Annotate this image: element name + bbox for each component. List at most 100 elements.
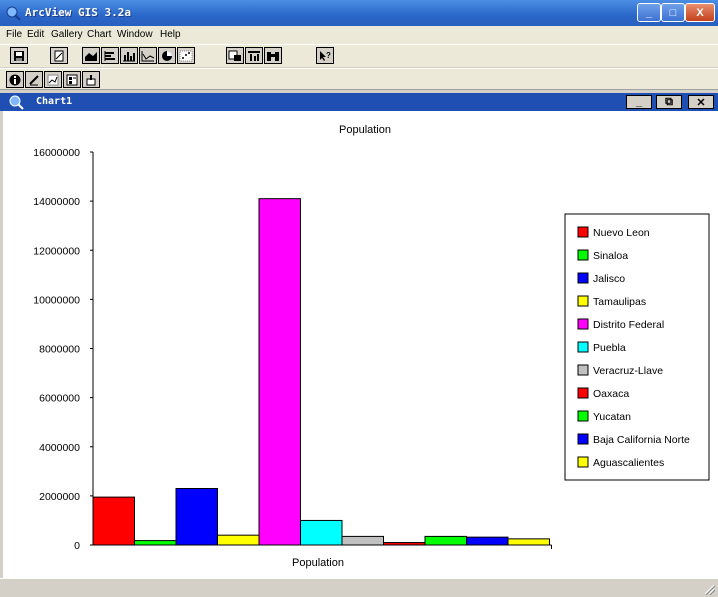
legend-swatch: [577, 364, 589, 376]
minimize-button[interactable]: _: [637, 3, 661, 22]
bars: [92, 198, 550, 546]
bar-sinaloa[interactable]: [134, 540, 177, 546]
chart-window: Population 0 2000000 4000000 6000000 8000000…: [0, 111, 718, 578]
chart-series-button[interactable]: [245, 47, 263, 64]
legend-swatch: [577, 249, 589, 261]
properties-button[interactable]: [50, 47, 68, 64]
pointer-icon: [86, 74, 96, 85]
legend-swatch: [577, 272, 589, 284]
legend-label: Nuevo Leon: [593, 227, 650, 239]
legend[interactable]: Nuevo Leon Sinaloa Jalisco Tamaulipas Distri…: [564, 213, 710, 481]
maximize-button[interactable]: □: [661, 3, 685, 22]
title-icon: [47, 74, 59, 85]
app-title: ArcView GIS 3.2a: [25, 6, 131, 19]
y-tick-label: 6000000: [39, 393, 80, 405]
chart-window-icon: [9, 95, 24, 110]
bar-h-icon: [104, 50, 115, 61]
status-bar: [0, 578, 718, 597]
info-icon: [9, 74, 21, 85]
properties-icon: [54, 50, 64, 61]
scatter-icon: [179, 50, 193, 61]
chart-minimize-button[interactable]: _: [626, 95, 652, 109]
menu-gallery[interactable]: Gallery: [51, 29, 83, 40]
legend-swatch: [577, 433, 589, 445]
legend-label: Jalisco: [593, 273, 625, 285]
menu-help[interactable]: Help: [160, 29, 181, 40]
erase-tool-button[interactable]: [25, 71, 43, 88]
bar-yucatan[interactable]: [424, 535, 467, 546]
arcview-globe-icon: [6, 6, 21, 21]
chart-window-title-bar: Chart1 _ ⧉ ✕: [0, 93, 718, 111]
chart-series-icon: [248, 50, 260, 61]
chart-window-title: Chart1: [36, 96, 73, 107]
menu-chart[interactable]: Chart: [87, 29, 111, 40]
legend-swatch: [577, 318, 589, 330]
bar-distrito-federal[interactable]: [258, 198, 301, 546]
menu-edit[interactable]: Edit: [27, 29, 44, 40]
bar-baja-california-norte[interactable]: [466, 536, 509, 546]
y-tick-label: 0: [74, 540, 80, 552]
pie-chart-icon: [162, 50, 172, 61]
legend-label: Aguascalientes: [593, 457, 664, 469]
close-icon: X: [696, 6, 704, 19]
scatter-button[interactable]: [177, 47, 195, 64]
bar-aguascalientes[interactable]: [507, 538, 550, 546]
y-tick-label: 14000000: [33, 196, 80, 208]
legend-label: Tamaulipas: [593, 296, 646, 308]
bar-veracruz-llave[interactable]: [341, 535, 384, 546]
save-icon: [14, 50, 24, 61]
population-chart: Population 0 2000000 4000000 6000000 8000000…: [33, 124, 710, 569]
main-toolbar: ?: [0, 44, 718, 67]
legend-swatch: [577, 410, 589, 422]
area-chart-button[interactable]: [82, 47, 100, 64]
save-button[interactable]: [10, 47, 28, 64]
y-tick-label: 4000000: [39, 442, 80, 454]
chart-close-button[interactable]: ✕: [688, 95, 714, 109]
pointer-tool-button[interactable]: [82, 71, 100, 88]
info-tool-button[interactable]: [6, 71, 24, 88]
legend-label: Yucatan: [593, 411, 631, 423]
column-chart-button[interactable]: [120, 47, 138, 64]
help-pointer-button[interactable]: ?: [316, 47, 334, 64]
legend-label: Veracruz-Llave: [593, 365, 663, 377]
legend-swatch: [577, 226, 589, 238]
minimize-icon: _: [635, 96, 643, 108]
legend-swatch: [577, 456, 589, 468]
close-icon: ✕: [696, 96, 706, 109]
find-icon: [267, 51, 279, 61]
find-button[interactable]: [264, 47, 282, 64]
y-tick-label: 8000000: [39, 344, 80, 356]
pie-chart-button[interactable]: [158, 47, 176, 64]
legend-label: Oaxaca: [593, 388, 629, 400]
maximize-icon: □: [669, 6, 677, 19]
line-chart-button[interactable]: [139, 47, 157, 64]
legend-swatch: [577, 295, 589, 307]
menu-window[interactable]: Window: [117, 29, 153, 40]
bar-nuevo-leon[interactable]: [92, 496, 135, 546]
tool-toolbar: [0, 68, 718, 90]
legend-swatch: [577, 341, 589, 353]
resize-grip-icon[interactable]: [703, 583, 715, 595]
restore-icon: ⧉: [665, 95, 673, 108]
legend-tool-button[interactable]: [63, 71, 81, 88]
bar-h-button[interactable]: [101, 47, 119, 64]
y-tick-label: 16000000: [33, 147, 80, 159]
bar-oaxaca[interactable]: [383, 542, 426, 546]
chart-title[interactable]: Population: [339, 124, 391, 136]
help-pointer-icon: ?: [320, 50, 331, 61]
x-axis-label[interactable]: Population: [292, 557, 344, 569]
bar-jalisco[interactable]: [175, 488, 218, 546]
menu-file[interactable]: File: [6, 29, 22, 40]
title-tool-button[interactable]: [44, 71, 62, 88]
legend-label: Baja California Norte: [593, 434, 690, 446]
bar-tamaulipas[interactable]: [217, 534, 260, 546]
chart-restore-button[interactable]: ⧉: [656, 95, 682, 109]
area-chart-icon: [85, 51, 97, 61]
chart-element-button[interactable]: [226, 47, 244, 64]
bar-puebla[interactable]: [300, 519, 343, 546]
close-button[interactable]: X: [685, 3, 715, 22]
svg-text:?: ?: [326, 51, 331, 60]
minimize-icon: _: [645, 6, 653, 19]
legend-label: Sinaloa: [593, 250, 628, 262]
y-tick-label: 2000000: [39, 491, 80, 503]
